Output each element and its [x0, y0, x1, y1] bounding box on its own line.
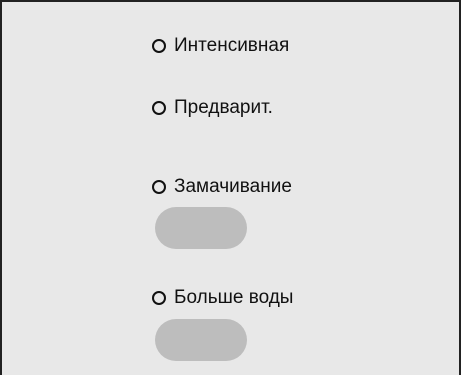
option-extra-water[interactable]: Больше воды — [152, 286, 293, 310]
radio-circle-icon[interactable] — [152, 291, 166, 305]
option-intensive[interactable]: Интенсивная — [152, 34, 289, 58]
radio-circle-icon[interactable] — [152, 101, 166, 115]
radio-circle-icon[interactable] — [152, 180, 166, 194]
option-prewash-label: Предварит. — [174, 97, 273, 118]
radio-circle-icon[interactable] — [152, 39, 166, 53]
option-intensive-label: Интенсивная — [174, 35, 290, 56]
option-extra-water-label: Больше воды — [174, 287, 294, 308]
option-prewash[interactable]: Предварит. — [152, 96, 273, 120]
soak-button[interactable] — [155, 207, 247, 249]
wash-options-panel: Интенсивная Предварит. Замачивание Больш… — [0, 0, 461, 375]
extra-water-button[interactable] — [155, 319, 247, 361]
option-soak[interactable]: Замачивание — [152, 175, 292, 199]
option-soak-label: Замачивание — [174, 176, 292, 197]
